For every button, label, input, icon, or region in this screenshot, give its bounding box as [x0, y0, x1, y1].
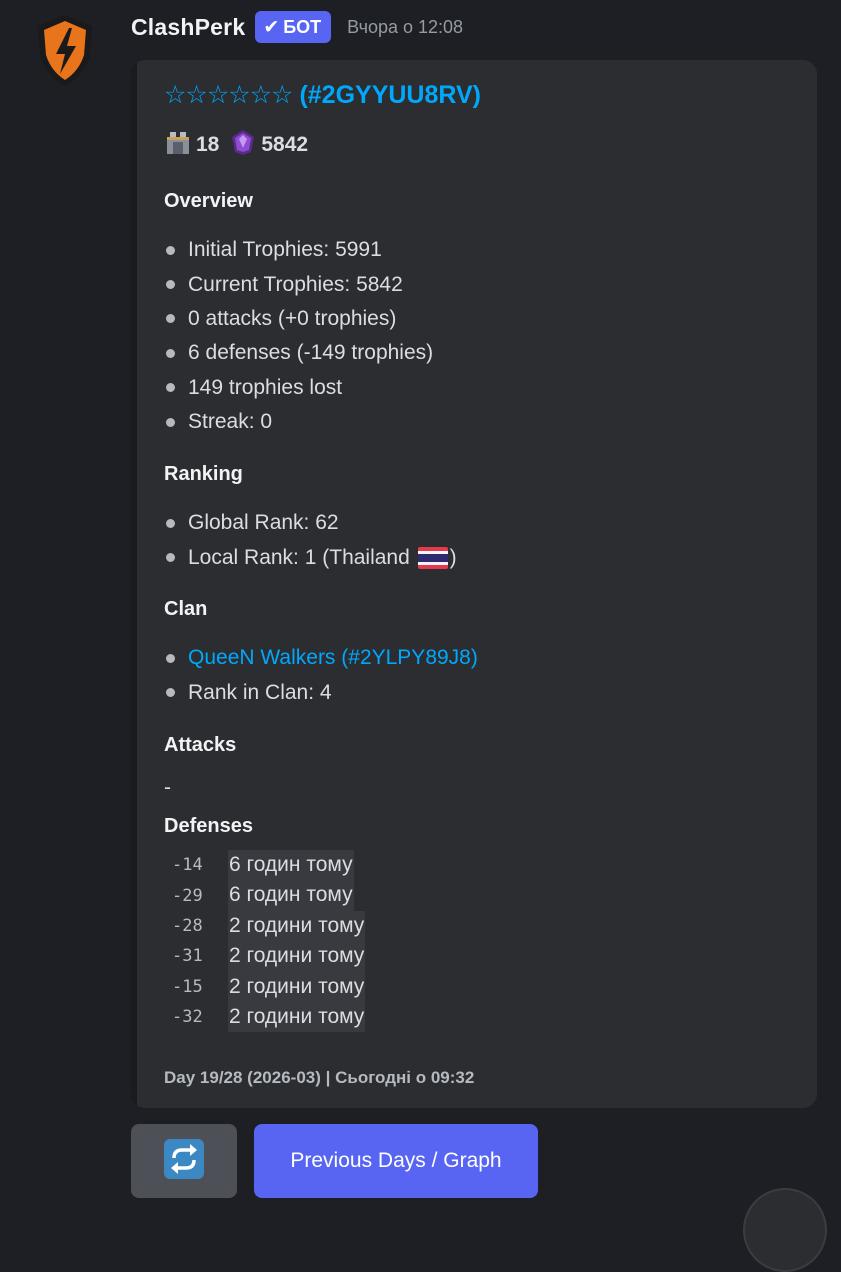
defense-trophies: -14 [172, 855, 203, 876]
embed-footer: Day 19/28 (2026-03) | Сьогодні о 09:32 [164, 1068, 475, 1087]
attacks-heading: Attacks [164, 734, 237, 756]
bot-badge-label: БОТ [283, 16, 322, 37]
defense-row: -28 2 години тому [172, 910, 366, 942]
defense-time: 6 годин тому [228, 850, 354, 881]
defense-row: -31 2 години тому [172, 941, 366, 972]
check-icon: ✔ [263, 16, 280, 38]
list-item: Streak: 0 [164, 405, 433, 439]
clan-heading: Clan [164, 598, 208, 620]
overview-list: Initial Trophies: 5991 Current Trophies:… [164, 233, 433, 439]
title-stars: ☆☆☆☆☆☆ [164, 81, 293, 109]
list-item: Rank in Clan: 4 [164, 675, 478, 709]
defense-time: 2 години тому [228, 1001, 366, 1033]
defense-row: -15 2 години тому [172, 971, 366, 1002]
embed-color-bar [131, 60, 137, 1108]
ranking-list: Global Rank: 62 Local Rank: 1 (Thailand … [164, 506, 457, 575]
list-item: 0 attacks (+0 trophies) [164, 302, 433, 336]
list-item: 149 trophies lost [164, 371, 433, 405]
defense-time: 2 години тому [228, 910, 366, 942]
bot-badge: ✔ БОТ [255, 11, 332, 43]
defenses-list: -14 6 годин тому -29 6 годин тому -28 2 … [172, 850, 366, 1033]
defense-row: -29 6 годин тому [172, 880, 365, 911]
player-tag: (#2GYYUU8RV) [299, 81, 481, 109]
list-item: 6 defenses (-149 trophies) [164, 336, 433, 370]
clan-link[interactable]: QueeN Walkers (#2YLPY89J8) [188, 646, 478, 670]
defense-time: 6 годин тому [228, 880, 354, 911]
overview-heading: Overview [164, 190, 253, 212]
message-timestamp: Вчора о 12:08 [347, 16, 464, 37]
attacks-value: - [164, 776, 171, 799]
refresh-button[interactable] [131, 1124, 237, 1198]
defenses-heading: Defenses [164, 815, 253, 837]
defense-row: -32 2 години тому [172, 1001, 366, 1033]
defense-trophies: -31 [172, 946, 203, 967]
town-hall-level: 18 [196, 133, 220, 156]
list-item: QueeN Walkers (#2YLPY89J8) [164, 641, 478, 675]
list-item: Local Rank: 1 (Thailand ) [164, 540, 457, 574]
trophy-count: 5842 [261, 133, 309, 156]
message-header: ClashPerk ✔ БОТ Вчора о 12:08 [131, 11, 464, 43]
defense-trophies: -29 [172, 885, 203, 906]
list-item: Initial Trophies: 5991 [164, 233, 433, 267]
list-item: Current Trophies: 5842 [164, 267, 433, 301]
defense-trophies: -15 [172, 976, 203, 997]
list-item: Global Rank: 62 [164, 506, 457, 540]
embed-title[interactable]: ☆☆☆☆☆☆ (#2GYYUU8RV) [164, 80, 481, 110]
legend-trophy-icon [229, 128, 257, 162]
defense-row: -14 6 годин тому [172, 850, 365, 881]
town-hall-icon [164, 128, 192, 162]
defense-time: 2 години тому [228, 971, 366, 1002]
ranking-heading: Ranking [164, 463, 243, 485]
player-stats: 18 5842 [164, 128, 318, 162]
author-name[interactable]: ClashPerk [131, 14, 245, 41]
embed-card: ☆☆☆☆☆☆ (#2GYYUU8RV) 18 5842 Overview Ini… [131, 60, 817, 1108]
defense-trophies: -28 [172, 915, 203, 936]
previous-days-graph-button[interactable]: Previous Days / Graph [254, 1124, 538, 1198]
clan-list: QueeN Walkers (#2YLPY89J8) Rank in Clan:… [164, 641, 478, 710]
defense-trophies: -32 [172, 1007, 203, 1028]
defense-time: 2 години тому [228, 941, 366, 972]
scroll-button[interactable] [743, 1188, 827, 1272]
refresh-icon [163, 1138, 205, 1185]
bot-avatar[interactable] [34, 12, 96, 88]
thailand-flag-icon [417, 546, 448, 569]
